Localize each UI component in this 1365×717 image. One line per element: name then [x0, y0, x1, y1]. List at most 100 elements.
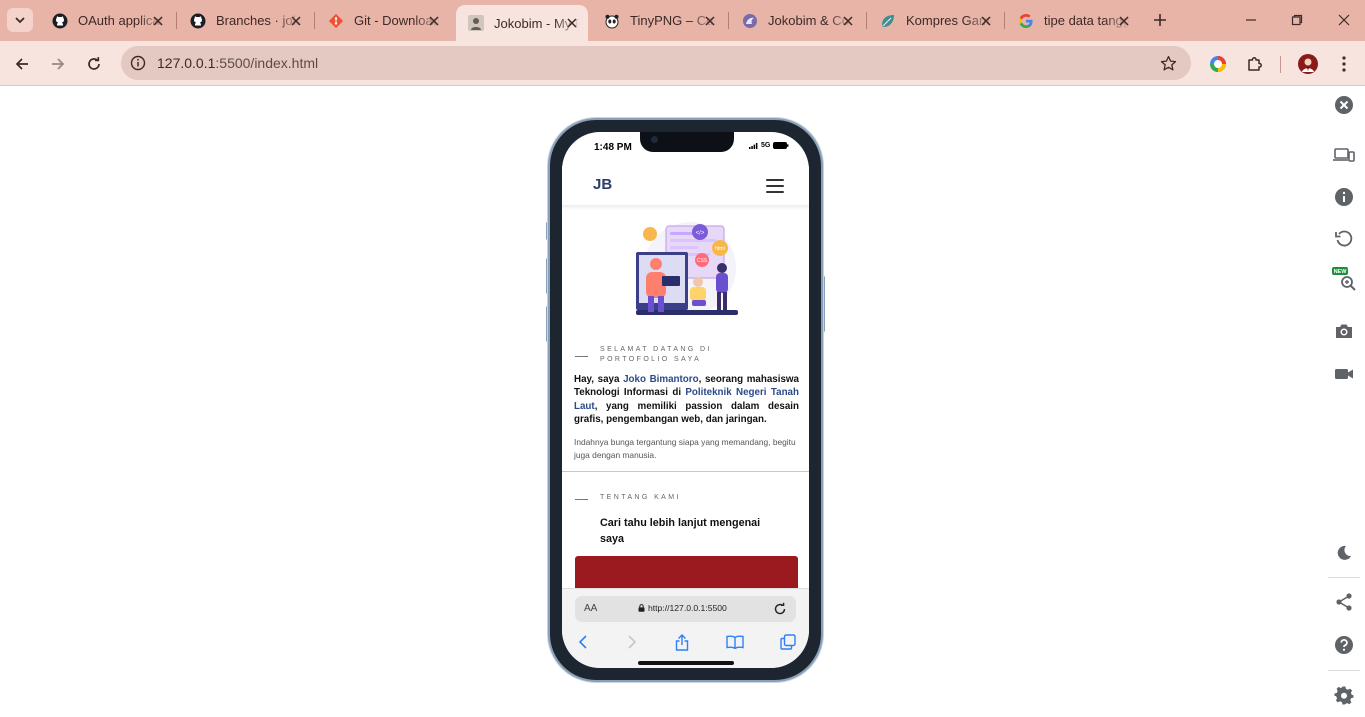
safari-url-text: http://127.0.0.1:5500 — [648, 603, 727, 613]
new-tab-button[interactable] — [1150, 10, 1170, 30]
panda-icon — [604, 13, 620, 29]
tab-1[interactable]: Branches · jokobim — [178, 6, 312, 35]
avatar-icon — [468, 15, 484, 31]
close-icon[interactable] — [150, 13, 166, 29]
rotate-icon[interactable] — [1332, 227, 1356, 251]
safari-bottom-bar: AA http://127.0.0.1:5500 — [562, 588, 809, 668]
dark-mode-moon-icon[interactable] — [1332, 541, 1356, 565]
safari-share-icon[interactable] — [673, 633, 691, 651]
section-divider — [562, 471, 809, 472]
reload-button[interactable] — [81, 51, 107, 77]
reload-icon — [88, 57, 100, 70]
kicker-dash — [575, 356, 588, 357]
devices-icon[interactable] — [1332, 143, 1356, 167]
lock-icon — [638, 604, 645, 612]
tab-3-active[interactable]: Jokobim - My Portfolio — [456, 5, 588, 41]
arrow-left-icon — [15, 58, 28, 70]
close-icon[interactable] — [978, 13, 994, 29]
url-text[interactable]: 127.0.0.1:5500/index.html — [157, 55, 318, 71]
url-host: 127.0.0.1 — [157, 55, 216, 71]
svg-text:html: html — [715, 246, 724, 252]
tab-2[interactable]: Git - Downloads — [316, 6, 450, 35]
minimize-button[interactable] — [1240, 10, 1262, 30]
close-icon[interactable] — [288, 13, 304, 29]
google-icon — [1018, 13, 1034, 29]
video-camera-icon[interactable] — [1332, 362, 1356, 386]
responsive-viewer-sidebar: NEW — [1322, 87, 1365, 717]
network-type: 5G — [761, 142, 771, 149]
signal-bars-icon — [749, 142, 758, 149]
info-icon[interactable] — [1332, 185, 1356, 209]
phone-screen: 1:48 PM 5G JB </> html CSS SELAMAT DATAN… — [562, 132, 809, 668]
tab-0[interactable]: OAuth applications — [40, 6, 174, 35]
tab-search-button[interactable] — [7, 8, 33, 32]
svg-text:</>: </> — [696, 231, 705, 237]
browser-toolbar: 127.0.0.1:5500/index.html — [0, 41, 1365, 86]
restore-button[interactable] — [1286, 10, 1308, 30]
status-indicators: 5G — [749, 142, 789, 149]
tab-divider — [314, 12, 315, 29]
tab-divider — [866, 12, 867, 29]
intro-suffix: , yang memiliki passion dalam desain gra… — [574, 400, 799, 426]
address-bar[interactable]: 127.0.0.1:5500/index.html — [121, 46, 1191, 80]
url-path: :5500/index.html — [215, 55, 319, 71]
leaf-icon — [880, 13, 896, 29]
safari-bookmarks-icon[interactable] — [726, 633, 744, 651]
intro-name-link[interactable]: Joko Bimantoro — [623, 374, 699, 385]
close-icon[interactable] — [702, 13, 718, 29]
about-heading: Cari tahu lebih lanjut mengenai saya — [600, 517, 761, 545]
settings-gear-icon[interactable] — [1332, 684, 1356, 708]
tab-strip: OAuth applications Branches · jokobim Gi… — [0, 0, 1365, 41]
tab-divider — [728, 12, 729, 29]
share-icon[interactable] — [1332, 590, 1356, 614]
safari-address-bar[interactable]: AA http://127.0.0.1:5500 — [575, 596, 796, 622]
tab-7[interactable]: tipe data tanggal — [1006, 6, 1140, 35]
safari-back-icon[interactable] — [574, 633, 592, 651]
plus-icon — [1154, 14, 1166, 26]
sidebar-divider — [1328, 577, 1360, 578]
bookmark-star-icon[interactable] — [1159, 54, 1177, 72]
camera-icon[interactable] — [1332, 319, 1356, 343]
about-kicker: TENTANG KAMI — [600, 494, 681, 501]
close-window-button[interactable] — [1333, 10, 1355, 30]
safari-forward-icon[interactable] — [623, 633, 641, 651]
hero-illustration: </> html CSS — [636, 222, 738, 315]
kicker-dash — [575, 499, 588, 500]
help-icon[interactable] — [1332, 633, 1356, 657]
reload-icon[interactable] — [773, 602, 787, 616]
restore-icon — [1291, 14, 1303, 26]
hero-kicker: SELAMAT DATANG DI PORTOFOLIO SAYA — [600, 346, 712, 363]
svg-text:NEW: NEW — [1334, 269, 1348, 275]
tab-6[interactable]: Kompres Gambar — [868, 6, 1002, 35]
hamburger-menu-icon[interactable] — [766, 176, 786, 194]
dragon-icon — [742, 13, 758, 29]
close-icon — [1338, 14, 1350, 26]
github-icon — [190, 13, 206, 29]
github-icon — [52, 13, 68, 29]
close-icon[interactable] — [564, 15, 580, 31]
close-icon[interactable] — [1116, 13, 1132, 29]
sidebar-divider — [1328, 670, 1360, 671]
reader-aa-button[interactable]: AA — [584, 603, 597, 614]
tab-4[interactable]: TinyPNG – Compress — [592, 6, 726, 35]
tab-5[interactable]: Jokobim & Co — [730, 6, 864, 35]
safari-url[interactable]: http://127.0.0.1:5500 — [638, 603, 727, 613]
safari-tabs-icon[interactable] — [779, 633, 797, 651]
extensions-puzzle-icon[interactable] — [1244, 53, 1266, 75]
site-logo[interactable]: JB — [593, 176, 612, 193]
menu-kebab-icon[interactable] — [1333, 53, 1355, 75]
profile-avatar[interactable] — [1297, 53, 1319, 75]
back-button[interactable] — [9, 51, 35, 77]
close-icon[interactable] — [426, 13, 442, 29]
site-info-icon[interactable] — [129, 54, 147, 72]
close-icon[interactable] — [840, 13, 856, 29]
chevron-down-icon — [15, 17, 25, 24]
close-circle-icon[interactable] — [1332, 93, 1356, 117]
svg-text:CSS: CSS — [697, 258, 708, 264]
color-picker-extension-icon[interactable] — [1207, 53, 1229, 75]
forward-button[interactable] — [45, 51, 71, 77]
zoom-new-icon[interactable]: NEW — [1332, 267, 1356, 291]
status-time: 1:48 PM — [594, 142, 632, 153]
git-icon — [328, 13, 344, 29]
site-header: JB — [562, 166, 809, 206]
